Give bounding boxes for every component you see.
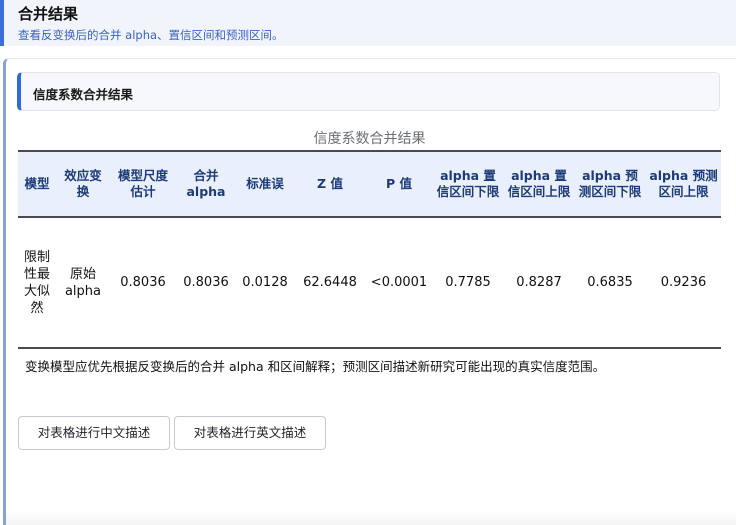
page-subtitle: 查看反变换后的合并 alpha、置信区间和预测区间。 (18, 28, 284, 42)
section-title: 信度系数合并结果 (33, 87, 134, 102)
cell-pi-upper: 0.9236 (646, 217, 721, 349)
header-pooled-alpha: 合并 alpha (176, 150, 236, 218)
header-effect-transform: 效应变换 (56, 150, 110, 218)
table-header-row: 模型 效应变换 模型尺度估计 合并 alpha 标准误 Z 值 P 值 alph… (18, 150, 721, 218)
header-pi-upper: alpha 预测区间上限 (646, 150, 721, 218)
header-ci-lower: alpha 置信区间下限 (432, 150, 504, 218)
header-pi-lower: alpha 预测区间下限 (574, 150, 646, 218)
cell-model: 限制性最大似然 (18, 217, 56, 349)
results-table: 模型 效应变换 模型尺度估计 合并 alpha 标准误 Z 值 P 值 alph… (18, 150, 721, 349)
cell-effect-transform: 原始 alpha (56, 217, 110, 349)
header-model: 模型 (18, 150, 56, 218)
header-scale-estimate: 模型尺度估计 (110, 150, 176, 218)
panel-bottom-shade (6, 510, 736, 525)
header-z-value: Z 值 (294, 150, 366, 218)
cell-ci-upper: 0.8287 (504, 217, 574, 349)
describe-chinese-button[interactable]: 对表格进行中文描述 (18, 416, 170, 450)
cell-ci-lower: 0.7785 (432, 217, 504, 349)
table-caption: 信度系数合并结果 (313, 131, 426, 147)
cell-pooled-alpha: 0.8036 (176, 217, 236, 349)
page-header: 合并结果 查看反变换后的合并 alpha、置信区间和预测区间。 (0, 0, 736, 46)
header-ci-upper: alpha 置信区间上限 (504, 150, 574, 218)
table-row: 限制性最大似然 原始 alpha 0.8036 0.8036 0.0128 62… (18, 217, 721, 349)
header-std-error: 标准误 (236, 150, 294, 218)
cell-p-value: <0.0001 (366, 217, 432, 349)
cell-scale-estimate: 0.8036 (110, 217, 176, 349)
cell-z-value: 62.6448 (294, 217, 366, 349)
cell-std-error: 0.0128 (236, 217, 294, 349)
page-title: 合并结果 (18, 5, 79, 23)
header-p-value: P 值 (366, 150, 432, 218)
cell-pi-lower: 0.6835 (574, 217, 646, 349)
describe-english-button[interactable]: 对表格进行英文描述 (174, 416, 326, 450)
interpretation-note: 变换模型应优先根据反变换后的合并 alpha 和区间解释；预测区间描述新研究可能… (25, 359, 606, 374)
section-header: 信度系数合并结果 (17, 72, 720, 111)
